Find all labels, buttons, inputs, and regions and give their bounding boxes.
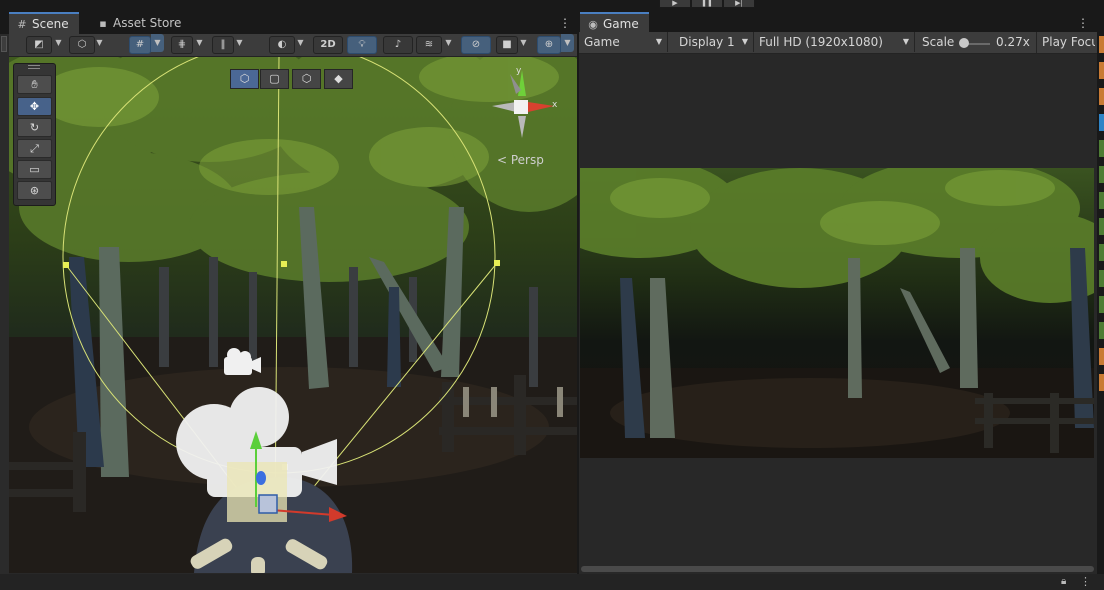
view-cube-outline-icon[interactable]: ⬡ [292,69,321,89]
edge-mark [1099,166,1104,183]
scale-label: Scale [922,35,955,49]
edge-mark [1099,270,1104,287]
left-dock-edge [0,34,9,574]
game-view-scrollbar[interactable] [581,566,1094,572]
increment-snap-icon[interactable]: ⋕ [171,36,193,54]
gizmo-x-label: x [552,100,558,110]
toggle-2d-button[interactable]: 2D [313,36,343,54]
edge-mark [1099,348,1104,365]
effects-layers-icon[interactable]: ≋ [416,36,442,54]
tab-asset-store-label: Asset Store [113,16,182,30]
edge-mark [1099,218,1104,235]
game-view-render[interactable] [580,168,1094,458]
chevron-down-icon: ▼ [655,37,662,46]
render-sphere-icon[interactable]: ◐ [269,36,295,54]
game-view-select-value: Game [584,35,620,49]
edge-mark [1099,192,1104,209]
game-forest-render [580,168,1094,458]
increment-snap-dropdown-icon[interactable]: ▼ [193,34,206,52]
game-tab-bar [579,12,1097,34]
audio-icon[interactable]: ♪ [383,36,413,54]
tab-game-label: Game [603,17,639,31]
edge-mark [1099,374,1104,391]
pause-button[interactable]: ❚❚ [691,0,723,8]
view-cube-shaded-icon[interactable]: ◆ [324,69,353,89]
scale-value: 0.27x [996,35,1030,49]
edge-mark [1099,36,1104,53]
move-tool-icon[interactable]: ✥ [17,97,52,116]
gizmo-y-label: y [516,66,522,76]
grid-snap-dropdown-icon[interactable]: ▼ [151,34,164,52]
play-control-strip [0,0,1104,12]
edge-mark [1099,296,1104,313]
view-iso-cube-icon[interactable]: ⬡ [230,69,259,89]
tab-scene-label: Scene [32,17,69,31]
perspective-label[interactable]: < Persp [497,153,544,167]
tab-asset-store[interactable]: ▪ Asset Store [90,12,191,34]
draw-mode-dropdown-icon[interactable]: ▼ [52,34,65,52]
effects-dropdown-icon[interactable]: ▼ [442,34,455,52]
view-rect-icon[interactable]: ▢ [260,69,289,89]
camera-dropdown-icon[interactable]: ▼ [517,34,530,52]
drag-handle-icon[interactable] [28,65,40,69]
scale-slider-thumb[interactable] [959,38,969,48]
gizmos-dropdown-icon[interactable]: ▼ [561,34,574,52]
game-view-select[interactable]: Game ▼ [579,32,668,52]
hidden-visibility-icon[interactable]: ⊘ [461,36,491,54]
grid-icon: # [17,18,27,31]
edge-mark [1099,322,1104,339]
ruler-icon[interactable]: ‖ [212,36,234,54]
step-button[interactable]: ▶| [723,0,755,8]
edge-mark [1099,88,1104,105]
tab-game[interactable]: ◉ Game [580,12,649,34]
play-button[interactable]: ▶ [659,0,691,8]
display-select-value: Display 1 [679,35,735,49]
chevron-down-icon: ▼ [902,37,909,46]
shopping-bag-icon: ▪ [99,17,107,30]
render-dropdown-icon[interactable]: ▼ [294,34,307,52]
lighting-icon[interactable]: 💡︎ [347,36,377,54]
edge-mark [1099,244,1104,261]
edge-mark [1099,62,1104,79]
resolution-select[interactable]: Full HD (1920x1080) ▼ [754,32,915,52]
game-panel-menu-icon[interactable]: ⋮ [1077,12,1089,34]
left-dock-tab[interactable] [1,36,7,52]
scale-tool-icon[interactable]: ⤢ [17,139,52,158]
scene-camera-icon[interactable]: ■ [496,36,518,54]
edge-mark [1099,114,1104,131]
resolution-select-value: Full HD (1920x1080) [759,35,883,49]
lock-icon[interactable]: 🔒︎ [1061,576,1066,587]
chevron-down-icon: ▼ [741,37,748,46]
rect-tool-icon[interactable]: ▭ [17,160,52,179]
axis-gizmo-icon [492,70,554,138]
transform-tool-icon[interactable]: ⊛ [17,181,52,200]
edge-mark [1099,140,1104,157]
ruler-dropdown-icon[interactable]: ▼ [233,34,246,52]
tool-palette: ✋︎ ✥ ↻ ⤢ ▭ ⊛ [13,63,56,206]
rotate-tool-icon[interactable]: ↻ [17,118,52,137]
grid-snap-icon[interactable]: # [129,36,151,54]
display-select[interactable]: Display 1 ▼ [674,32,754,52]
shading-dropdown-icon[interactable]: ▼ [93,34,106,52]
shading-cube-icon[interactable]: ⬡ [69,36,95,54]
hand-tool-icon[interactable]: ✋︎ [17,75,52,94]
bottom-status-bar [0,574,1104,590]
bottom-menu-icon[interactable]: ⋮ [1080,575,1091,588]
draw-mode-icon[interactable]: ◩ [26,36,52,54]
scene-panel-menu-icon[interactable]: ⋮ [559,12,571,34]
gizmos-icon[interactable]: ⊕ [537,36,561,54]
play-focus-select[interactable]: Play Focu [1036,32,1095,53]
tab-scene[interactable]: # Scene [9,12,79,34]
scene-orientation-gizmo[interactable]: y x [490,66,560,138]
